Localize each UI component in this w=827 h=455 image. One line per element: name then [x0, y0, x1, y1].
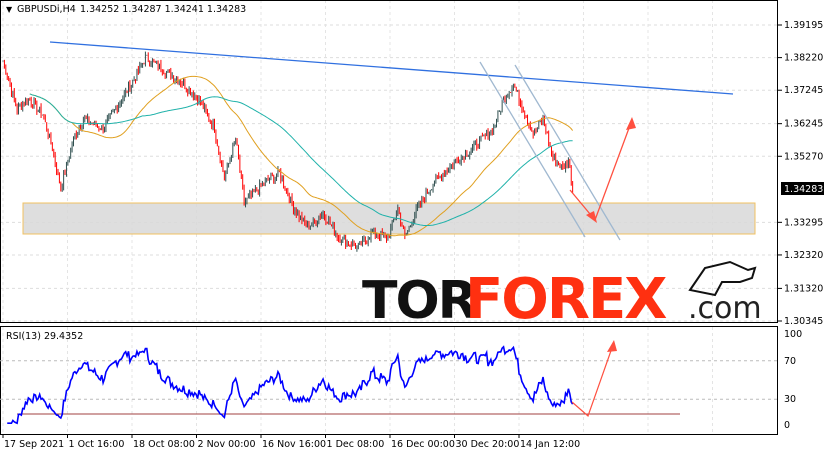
time-tick-label: 1 Oct 16:00: [69, 439, 125, 450]
rsi-tick-label: 30: [784, 394, 796, 405]
symbol-label: GBPUSDi,H4: [17, 4, 76, 15]
time-tick-label: 16 Nov 16:00: [262, 439, 326, 450]
price-axis: 1.39195 1.38220 1.37245 1.36245 1.35270 1.332…: [778, 20, 823, 327]
arrowhead-icon: [626, 117, 636, 130]
rsi-tick-label: 100: [784, 329, 802, 340]
price-tick-label: 1.32320: [784, 250, 823, 261]
chart-window: TOR FOREX .com 1.39195 1.38220 1.37245 1.36…: [0, 0, 827, 455]
price-tick-label: 1.35270: [784, 151, 823, 162]
support-zone: [22, 202, 756, 235]
time-tick-label: 16 Dec 00:00: [391, 439, 455, 450]
price-tick-label: 1.39195: [784, 20, 823, 31]
price-tick-label: 1.38220: [784, 53, 823, 64]
time-tick-label: 14 Jan 12:00: [520, 439, 580, 450]
resistance-trendline[interactable]: [49, 41, 734, 95]
time-tick-label: 30 Dec 20:00: [456, 439, 520, 450]
rsi-forecast-arrow: [571, 344, 614, 418]
chart-canvas[interactable]: TOR FOREX .com 1.39195 1.38220 1.37245 1.36…: [0, 0, 827, 455]
price-tick-label: 1.36245: [784, 119, 823, 130]
rsi-tick-label: 70: [784, 356, 796, 367]
time-tick-label: 2 Nov 00:00: [198, 439, 256, 450]
torforex-watermark: TOR FOREX .com: [362, 260, 762, 332]
time-tick-label: 18 Oct 08:00: [133, 439, 195, 450]
time-axis: 17 Sep 2021 1 Oct 16:00 18 Oct 08:00 2 Nov …: [2, 434, 580, 450]
price-tick-label: 1.33295: [784, 217, 823, 228]
rsi-line: [7, 345, 574, 425]
price-tick-label: 1.30345: [784, 316, 823, 327]
rsi-label: RSI(13) 29.4352: [6, 331, 83, 342]
watermark-com: .com: [688, 291, 762, 326]
ohlc-label: 1.34252 1.34287 1.34241 1.34283: [80, 4, 246, 15]
rsi-axis: 100 70 30 0: [784, 329, 802, 431]
price-tick-label: 1.31320: [784, 283, 823, 294]
time-tick-label: 17 Sep 2021: [4, 439, 64, 450]
current-price-label: 1.34283: [784, 184, 823, 195]
arrowhead-icon: [607, 340, 617, 352]
dropdown-arrow-icon[interactable]: ▼: [6, 5, 13, 14]
price-tick-label: 1.37245: [784, 85, 823, 96]
time-tick-label: 1 Dec 08:00: [327, 439, 385, 450]
rsi-tick-label: 0: [784, 420, 790, 431]
